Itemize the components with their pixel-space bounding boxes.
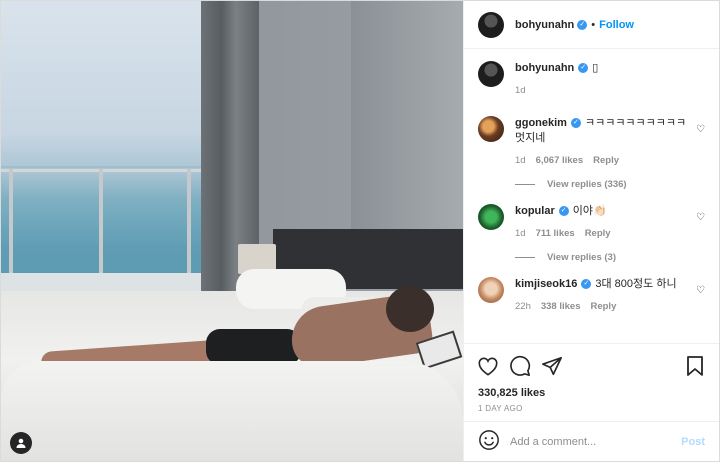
comment-body: kopular ✓ 이야👏🏻 1d 711 likes Reply View rep… [515, 204, 705, 263]
comment-likes[interactable]: 338 likes [541, 301, 581, 312]
caption-text: bohyunahn ✓ ▯ [515, 61, 705, 76]
separator-dot: • [591, 18, 596, 31]
reply-button[interactable]: Reply [593, 155, 619, 166]
follow-button[interactable]: Follow [599, 19, 634, 31]
comment-likes[interactable]: 6,067 likes [536, 155, 584, 166]
add-comment-bar: Post [464, 421, 719, 461]
comment-meta: 22h 338 likes Reply [515, 301, 705, 312]
caption-username[interactable]: bohyunahn [515, 62, 574, 74]
replies-divider [515, 257, 535, 258]
comment-item: ggonekim ✓ ㅋㅋㅋㅋㅋㅋㅋㅋㅋㅋ 멋지네 1d 6,067 likes R… [478, 116, 705, 190]
bookmark-icon[interactable] [683, 354, 707, 378]
comment-content: 3대 800정도 하니 [595, 278, 677, 290]
avatar[interactable] [478, 11, 504, 38]
avatar[interactable] [478, 277, 504, 303]
comment-body: kimjiseok16 ✓ 3대 800정도 하니 22h 338 likes Re… [515, 277, 705, 312]
emoji-icon[interactable] [478, 429, 500, 454]
share-icon[interactable] [540, 354, 564, 378]
caption-time[interactable]: 1d [515, 85, 526, 96]
action-bar [464, 343, 719, 387]
heart-icon[interactable] [476, 354, 500, 378]
view-replies-label: View replies (336) [547, 179, 627, 190]
photo-horizon [1, 166, 203, 168]
comment-text: kopular ✓ 이야👏🏻 [515, 204, 705, 219]
comment-like-heart-icon[interactable]: ♡ [696, 285, 705, 296]
verified-badge-icon: ✓ [558, 206, 569, 217]
post-comment-button[interactable]: Post [681, 436, 705, 448]
caption-meta: 1d [515, 85, 705, 96]
photo-duvet [1, 361, 463, 461]
post-photo[interactable] [1, 1, 463, 461]
verified-badge-icon: ✓ [577, 19, 588, 30]
avatar[interactable] [478, 61, 504, 87]
likes-count[interactable]: 330,825 likes [464, 387, 719, 399]
user-tag-icon[interactable] [10, 432, 32, 454]
comment-icon[interactable] [508, 354, 532, 378]
caption-content: ▯ [592, 62, 599, 74]
comment-item: kimjiseok16 ✓ 3대 800정도 하니 22h 338 likes Re… [478, 277, 705, 312]
post-time[interactable]: 1 DAY AGO [464, 399, 719, 421]
comment-like-heart-icon[interactable]: ♡ [696, 212, 705, 223]
comment-username[interactable]: ggonekim [515, 117, 567, 129]
verified-badge-icon: ✓ [581, 279, 592, 290]
caption: bohyunahn ✓ ▯ 1d [478, 61, 705, 96]
comment-body: ggonekim ✓ ㅋㅋㅋㅋㅋㅋㅋㅋㅋㅋ 멋지네 1d 6,067 likes R… [515, 116, 705, 190]
comment-likes[interactable]: 711 likes [536, 228, 575, 239]
verified-badge-icon: ✓ [578, 63, 589, 74]
comment-meta: 1d 711 likes Reply [515, 228, 705, 239]
header-username[interactable]: bohyunahn [515, 19, 574, 31]
photo-head [386, 286, 434, 332]
instagram-post: bohyunahn ✓ • Follow bohyunahn ✓ ▯ 1d gg… [0, 0, 720, 462]
replies-divider [515, 184, 535, 185]
avatar[interactable] [478, 116, 504, 142]
photo-railing-post [99, 169, 103, 284]
comment-content: 이야👏🏻 [572, 205, 607, 217]
comment-like-heart-icon[interactable]: ♡ [696, 124, 705, 135]
photo-railing-post [187, 169, 191, 284]
post-header: bohyunahn ✓ • Follow [464, 1, 719, 49]
add-comment-input[interactable] [510, 435, 682, 448]
verified-badge-icon: ✓ [570, 118, 581, 129]
avatar[interactable] [478, 204, 504, 230]
view-replies-button[interactable]: View replies (3) [515, 252, 705, 263]
comment-text: ggonekim ✓ ㅋㅋㅋㅋㅋㅋㅋㅋㅋㅋ 멋지네 [515, 116, 705, 146]
post-side-panel: bohyunahn ✓ • Follow bohyunahn ✓ ▯ 1d gg… [463, 1, 719, 461]
comment-time[interactable]: 22h [515, 301, 531, 312]
comments-list[interactable]: bohyunahn ✓ ▯ 1d ggonekim ✓ ㅋㅋㅋㅋㅋㅋㅋㅋㅋㅋ 멋지네 1… [464, 49, 719, 343]
comment-item: kopular ✓ 이야👏🏻 1d 711 likes Reply View rep… [478, 204, 705, 263]
comment-time[interactable]: 1d [515, 228, 526, 239]
photo-railing-post [9, 169, 13, 284]
comment-username[interactable]: kimjiseok16 [515, 278, 577, 290]
reply-button[interactable]: Reply [585, 228, 611, 239]
comment-username[interactable]: kopular [515, 205, 555, 217]
comment-meta: 1d 6,067 likes Reply [515, 155, 705, 166]
view-replies-label: View replies (3) [547, 252, 616, 263]
comment-text: kimjiseok16 ✓ 3대 800정도 하니 [515, 277, 705, 292]
comment-time[interactable]: 1d [515, 155, 526, 166]
photo-wall-panel [351, 1, 463, 251]
caption-body: bohyunahn ✓ ▯ 1d [515, 61, 705, 96]
view-replies-button[interactable]: View replies (336) [515, 179, 705, 190]
reply-button[interactable]: Reply [590, 301, 616, 312]
photo-shorts [206, 329, 301, 365]
